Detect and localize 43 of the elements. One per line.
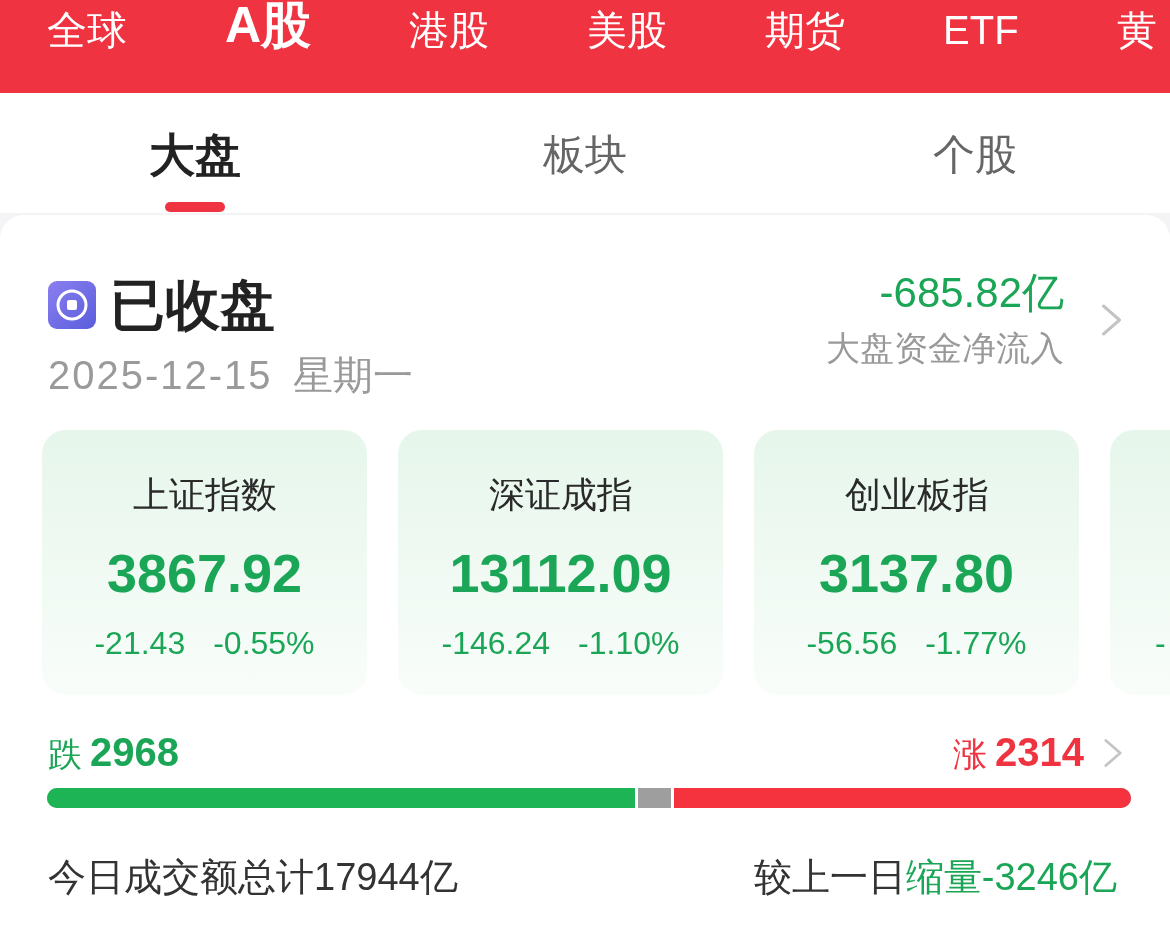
index-card[interactable]: 深证成指 13112.09 -146.24 -1.10%	[398, 430, 723, 695]
index-change: -146.24	[441, 625, 551, 661]
view-tab[interactable]: 大盘	[149, 130, 241, 180]
weekday: 星期一	[292, 353, 413, 397]
index-name: 上证指数	[132, 473, 277, 517]
chevron-right-icon[interactable]	[1101, 303, 1122, 336]
tab-indicator	[165, 202, 225, 212]
stop-icon	[48, 281, 96, 329]
index-change-percent: -1.77%	[925, 625, 1027, 661]
advance-label: 涨	[953, 734, 987, 775]
view-tab[interactable]: 板块	[543, 130, 627, 180]
market-tab[interactable]: 美股	[587, 10, 668, 50]
view-tab[interactable]: 个股	[933, 130, 1017, 180]
index-change-percent: -0.55%	[213, 625, 315, 661]
index-value: 3867.92	[106, 543, 303, 603]
market-tab[interactable]: 全球	[47, 10, 127, 50]
index-change: -56.56	[806, 625, 898, 661]
market-tab[interactable]: 黄	[1116, 10, 1157, 50]
decline-count: 2968	[90, 730, 179, 774]
market-tab[interactable]: 期货	[765, 10, 846, 50]
trade-date: 2025-12-15	[48, 353, 273, 397]
index-change: -21.43	[94, 625, 186, 661]
index-card[interactable]: 上证指数 3867.92 -21.43 -0.55%	[42, 430, 367, 695]
index-name: 深证成指	[488, 473, 633, 517]
market-tab[interactable]: 港股	[409, 10, 490, 50]
market-tab[interactable]: ETF	[943, 10, 1019, 50]
market-status-title: 已收盘	[110, 277, 275, 333]
index-card[interactable]: 创业板指 3137.80 -56.56 -1.77%	[754, 430, 1079, 695]
turnover-total: 今日成交额总计17944亿	[48, 855, 458, 899]
market-tab[interactable]: A股	[225, 0, 312, 50]
index-change: -	[1155, 625, 1166, 661]
net-inflow-amount: -685.82亿	[879, 271, 1064, 315]
index-change-percent: -1.10%	[578, 625, 680, 661]
decline-label: 跌	[48, 734, 82, 775]
chevron-right-icon[interactable]	[1104, 738, 1122, 768]
index-value: 3137.80	[818, 543, 1015, 603]
index-value: 13112.09	[449, 543, 672, 603]
comparison-label: 较上一日	[753, 855, 906, 899]
index-card[interactable]: -	[1110, 430, 1170, 695]
net-inflow-label: 大盘资金净流入	[826, 328, 1064, 368]
advance-count: 2314	[995, 730, 1084, 774]
index-name: 创业板指	[844, 473, 989, 517]
turnover-change: 缩量-3246亿	[905, 855, 1117, 899]
